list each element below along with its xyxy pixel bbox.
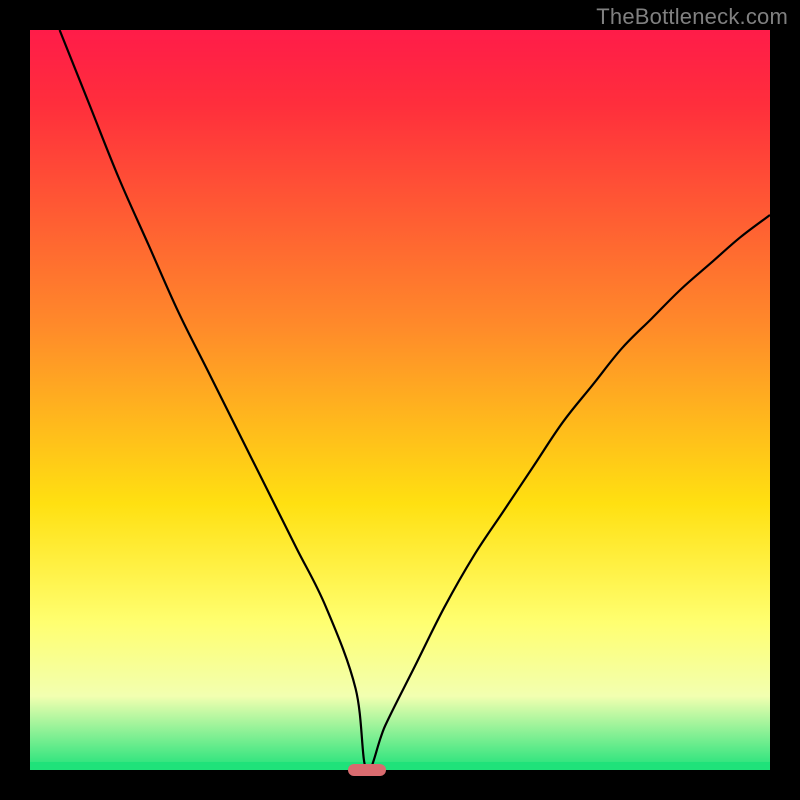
curve-path	[60, 30, 770, 771]
bottleneck-curve	[30, 30, 770, 770]
attribution-text: TheBottleneck.com	[596, 4, 788, 30]
optimum-marker	[348, 764, 386, 776]
chart-frame: TheBottleneck.com	[0, 0, 800, 800]
